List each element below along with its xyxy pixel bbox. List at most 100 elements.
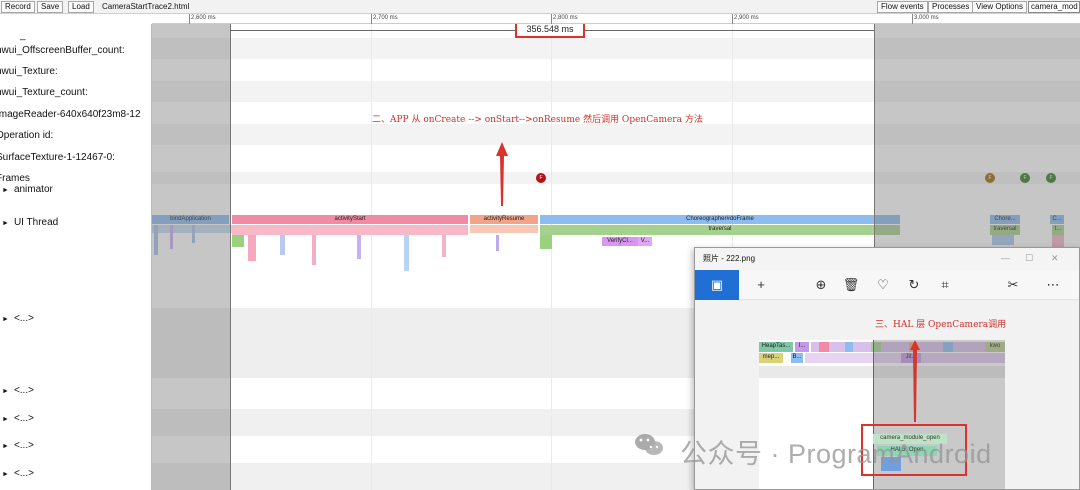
out-of-range-shade	[152, 24, 230, 490]
ruler-tick-label: 2,700 ms	[373, 15, 398, 21]
thread-label: UI Thread	[13, 217, 59, 228]
save-button[interactable]: Save	[37, 1, 64, 13]
expand-arrow-icon[interactable]: ►	[2, 443, 9, 450]
thread-collapsed[interactable]: ► <...>	[2, 385, 34, 398]
grid-line	[551, 24, 552, 490]
row-label-texture-count: hwui_Texture_count:	[0, 87, 88, 98]
range-measure: 356.548 ms	[230, 24, 874, 38]
search-input[interactable]: camera_mod	[1028, 1, 1080, 13]
add-icon[interactable]: +	[747, 270, 775, 300]
ruler-tick-label: 2,600 ms	[191, 15, 216, 21]
flow-events-button[interactable]: Flow events	[877, 1, 928, 13]
wechat-icon	[635, 434, 663, 455]
image-icon[interactable]: ▣	[695, 270, 739, 300]
photos-title: 照片 - 222.png	[703, 254, 756, 263]
thread-label: <...>	[13, 385, 34, 396]
slice-stripe	[232, 235, 244, 247]
expand-arrow-icon[interactable]: ►	[2, 471, 9, 478]
ruler-tick	[371, 14, 372, 24]
grid-line	[371, 24, 372, 490]
ruler-tick-label: 3,000 ms	[914, 15, 939, 21]
range-duration: 356.548 ms	[515, 24, 585, 38]
expand-arrow-icon[interactable]: ►	[2, 220, 9, 227]
ruler-tick	[732, 14, 733, 24]
thread-collapsed[interactable]: ► <...>	[2, 440, 34, 453]
photo-slice: I...	[795, 342, 809, 352]
maximize-icon[interactable]: ☐	[1025, 253, 1033, 264]
expand-arrow-icon[interactable]: ►	[2, 416, 9, 423]
thread-label: <...>	[13, 468, 34, 479]
load-button[interactable]: Load	[68, 1, 94, 13]
annotation-hal-open: 三、HAL 层 OpenCamera调用	[875, 320, 1007, 330]
process-animator[interactable]: ► animator	[2, 184, 53, 197]
slice-traversal[interactable]: traversal	[540, 225, 900, 235]
ruler-tick	[551, 14, 552, 24]
slice-stripe	[496, 235, 499, 251]
photo-slice: mep...	[759, 353, 783, 363]
ruler-tick-label: 2,900 ms	[734, 15, 759, 21]
minimize-icon[interactable]: —	[1001, 253, 1010, 263]
range-start-line[interactable]	[230, 24, 231, 490]
toolbar: Record Save Load CameraStartTrace2.html …	[0, 0, 1080, 14]
thread-ui[interactable]: ► UI Thread	[2, 217, 58, 230]
slice-stripe	[312, 235, 316, 265]
slice-choreographer[interactable]: Choreographer#doFrame	[540, 215, 900, 224]
slice-activity-start[interactable]: activityStart	[232, 215, 468, 224]
slice-stripe	[232, 225, 468, 235]
annotation-arrow-icon	[910, 340, 920, 422]
record-button[interactable]: Record	[1, 1, 35, 13]
expand-arrow-icon[interactable]: ►	[2, 316, 9, 323]
photos-titlebar: 照片 - 222.png — ☐ ✕	[695, 248, 1079, 270]
ruler-tick	[912, 14, 913, 24]
row-label-operation-id: Operation id:	[0, 130, 54, 141]
frame-marker[interactable]: F	[536, 173, 546, 183]
rotate-icon[interactable]: ↻	[900, 270, 928, 300]
process-label: animator	[13, 184, 53, 195]
trace-filename: CameraStartTrace2.html	[102, 2, 190, 11]
row-label-image-reader: ImageReader-640x640f23m8-12	[0, 109, 141, 120]
slice-activity-resume[interactable]: activityResume	[470, 215, 538, 224]
slice-stripe	[248, 235, 256, 261]
view-options-button[interactable]: View Options	[972, 1, 1027, 13]
photo-slice	[845, 342, 853, 352]
slice-stripe	[404, 235, 409, 271]
crop-icon[interactable]: ⌗	[931, 270, 959, 300]
slice-stripe	[357, 235, 361, 259]
ruler-tick-label: 2,800 ms	[553, 15, 578, 21]
time-ruler: 2,600 ms 2,700 ms 2,800 ms 2,900 ms 3,00…	[152, 14, 1080, 24]
heart-icon[interactable]: ♡	[869, 270, 897, 300]
row-label-underscore: _	[20, 30, 26, 41]
delete-icon[interactable]: 🗑	[837, 270, 865, 300]
photo-slice: B...	[791, 353, 803, 363]
ruler-tick	[189, 14, 190, 24]
thread-collapsed[interactable]: ► <...>	[2, 413, 34, 426]
close-icon[interactable]: ✕	[1051, 253, 1059, 264]
thread-collapsed[interactable]: ► <...>	[2, 313, 34, 326]
more-icon[interactable]: ⋯	[1039, 270, 1067, 300]
thread-collapsed[interactable]: ► <...>	[2, 468, 34, 481]
annotation-arrow-icon	[496, 142, 508, 206]
thread-label: <...>	[13, 413, 34, 424]
photo-slice: HeapTas...	[759, 342, 793, 352]
slice-stripe	[470, 225, 538, 233]
slice-v[interactable]: V...	[638, 237, 652, 246]
trace-viewer: Record Save Load CameraStartTrace2.html …	[0, 0, 1080, 490]
track-labels: _ hwui_OffscreenBuffer_count: hwui_Textu…	[0, 24, 152, 490]
photos-toolbar: ▣ + ⊕ 🗑 ♡ ↻ ⌗ ✂ ⋯	[695, 270, 1079, 300]
expand-arrow-icon[interactable]: ►	[2, 187, 9, 194]
thread-label: <...>	[13, 313, 34, 324]
row-label-offscreen-buffer: hwui_OffscreenBuffer_count:	[0, 45, 125, 56]
watermark-text: 公众号 · ProgramAndroid	[680, 439, 992, 469]
processes-button[interactable]: Processes	[928, 1, 974, 13]
photo-slice	[819, 342, 829, 352]
expand-arrow-icon[interactable]: ►	[2, 388, 9, 395]
row-label-texture: hwui_Texture:	[0, 66, 58, 77]
zoom-icon[interactable]: ⊕	[807, 270, 835, 300]
edit-icon[interactable]: ✂	[999, 270, 1027, 300]
slice-stripe	[280, 235, 285, 255]
slice-stripe	[540, 235, 552, 249]
thread-label: <...>	[13, 440, 34, 451]
row-label-surface-texture: SurfaceTexture-1-12467-0:	[0, 152, 115, 163]
slice-stripe	[442, 235, 446, 257]
slice-verify[interactable]: VerifyCl...	[602, 237, 638, 246]
